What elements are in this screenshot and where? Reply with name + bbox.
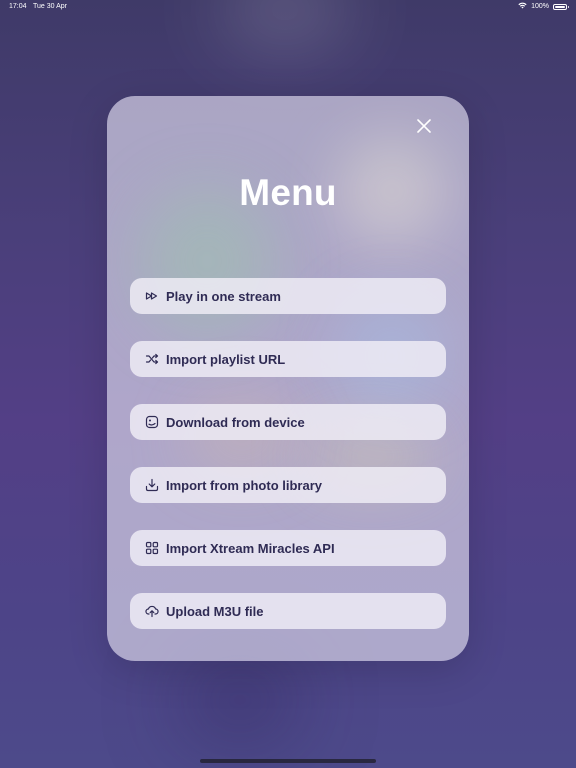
menu-title: Menu: [239, 172, 337, 213]
battery-percentage: 100%: [531, 3, 549, 10]
shuffle-icon: [145, 352, 159, 366]
menu-item-label: Play in one stream: [166, 288, 281, 304]
menu-item-label: Download from device: [166, 414, 305, 430]
battery-icon: [553, 3, 569, 10]
menu-item-import-xtream-api[interactable]: Import Xtream Miracles API: [130, 530, 446, 566]
menu-list: Play in one stream Import playlist URL D…: [130, 278, 446, 656]
grid-icon: [145, 541, 159, 555]
image-icon: [145, 415, 159, 429]
home-indicator[interactable]: [200, 759, 376, 763]
background-blur: [180, 660, 300, 740]
close-icon: [417, 119, 431, 133]
menu-item-import-photo-library[interactable]: Import from photo library: [130, 467, 446, 503]
menu-item-label: Import from photo library: [166, 477, 322, 493]
menu-modal: Menu Play in one stream Import playlist …: [107, 96, 469, 661]
status-right: 100%: [518, 2, 569, 11]
fast-forward-icon: [145, 289, 159, 303]
menu-item-play-one-stream[interactable]: Play in one stream: [130, 278, 446, 314]
menu-item-label: Upload M3U file: [166, 603, 264, 619]
menu-item-download-from-device[interactable]: Download from device: [130, 404, 446, 440]
menu-item-import-playlist-url[interactable]: Import playlist URL: [130, 341, 446, 377]
status-time: 17:04: [9, 3, 27, 10]
download-icon: [145, 478, 159, 492]
app-screen: 17:04 Tue 30 Apr 100% Menu Play in one s…: [0, 0, 576, 768]
status-date: Tue 30 Apr: [33, 3, 67, 10]
menu-item-label: Import Xtream Miracles API: [166, 540, 335, 556]
wifi-icon: [518, 2, 527, 11]
cloud-upload-icon: [145, 604, 159, 618]
menu-item-label: Import playlist URL: [166, 351, 286, 367]
close-button[interactable]: [415, 117, 433, 135]
menu-item-upload-m3u[interactable]: Upload M3U file: [130, 593, 446, 629]
status-bar: 17:04 Tue 30 Apr 100%: [0, 0, 576, 14]
